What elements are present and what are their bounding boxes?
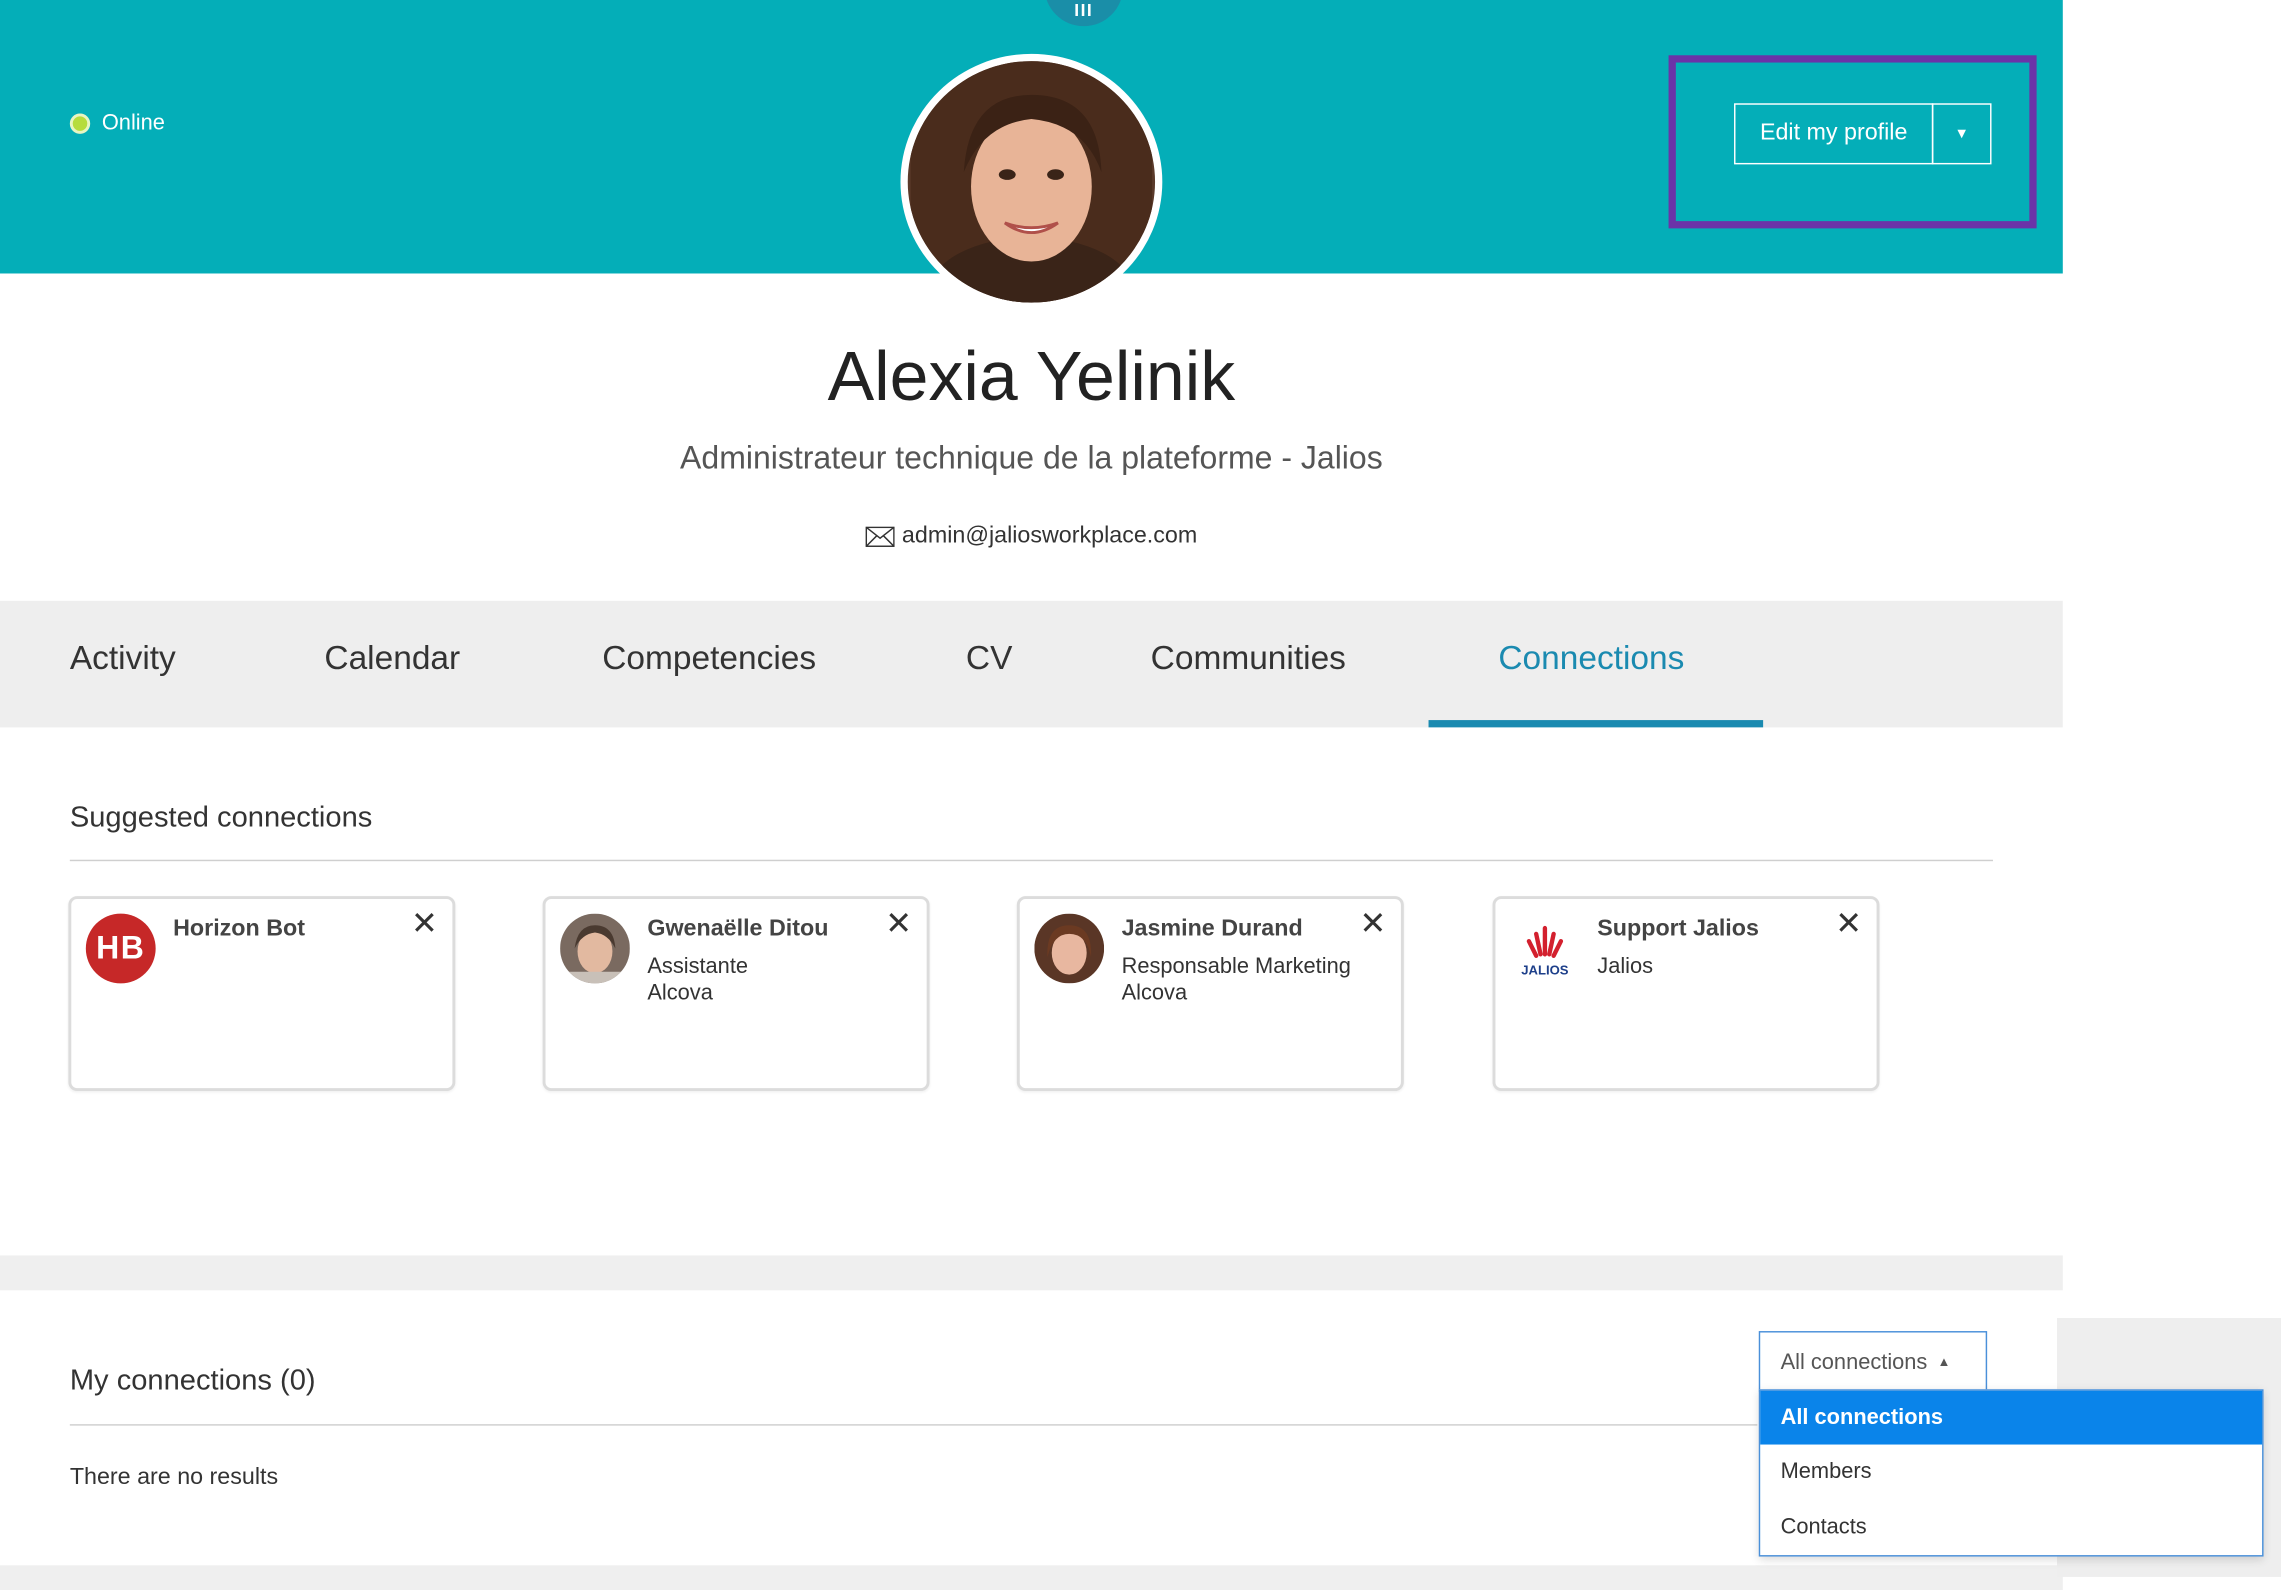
- filter-option-members[interactable]: Members: [1760, 1445, 2262, 1499]
- close-icon[interactable]: ✕: [885, 907, 912, 940]
- tab-cv[interactable]: CV: [966, 639, 1012, 678]
- suggestion-company: Alcova: [647, 980, 713, 1006]
- tab-calendar[interactable]: Calendar: [324, 639, 460, 678]
- suggestion-role: Responsable Marketing: [1121, 954, 1351, 980]
- suggestion-company: Jalios: [1597, 954, 1654, 980]
- jalios-logo: JALIOS: [1510, 914, 1580, 984]
- connections-filter-menu: All connections Members Contacts: [1758, 1389, 2264, 1557]
- profile-page: III Online Edit my profile ▼ Alexia Yeli…: [0, 0, 2281, 1590]
- connections-filter-select[interactable]: All connections ▲: [1758, 1331, 1988, 1393]
- divider: [69, 859, 1993, 862]
- suggestion-name[interactable]: Support Jalios: [1597, 916, 1759, 942]
- online-status: Online: [69, 110, 165, 136]
- tab-activity[interactable]: Activity: [70, 639, 176, 678]
- close-icon[interactable]: ✕: [411, 907, 438, 940]
- profile-panel: III Online Edit my profile ▼ Alexia Yeli…: [0, 0, 2063, 1590]
- suggestion-card[interactable]: HB Horizon Bot ✕: [68, 896, 456, 1092]
- avatar: [1034, 913, 1105, 984]
- caret-up-icon: ▲: [1937, 1354, 1951, 1369]
- suggestion-name[interactable]: Gwenaëlle Ditou: [647, 916, 828, 942]
- active-tab-indicator: [1428, 720, 1764, 728]
- suggestion-name[interactable]: Horizon Bot: [173, 916, 305, 942]
- section-separator: [0, 1255, 2063, 1291]
- envelope-icon: [865, 526, 895, 547]
- section-separator: [0, 1565, 2063, 1590]
- suggestion-name[interactable]: Jasmine Durand: [1122, 916, 1303, 942]
- profile-title: Administrateur technique de la plateform…: [680, 439, 1383, 476]
- select-value: All connections: [1780, 1349, 1928, 1374]
- suggestion-card[interactable]: Jasmine Durand Responsable Marketing Alc…: [1016, 896, 1404, 1092]
- avatar: [560, 913, 630, 984]
- tab-communities[interactable]: Communities: [1151, 639, 1346, 678]
- profile-tabs: Activity Calendar Competencies CV Commun…: [0, 600, 2063, 728]
- jalios-logo-icon: JALIOS: [1521, 925, 1569, 978]
- suggestion-card[interactable]: JALIOS Support Jalios Jalios ✕: [1492, 896, 1880, 1092]
- caret-down-icon: ▼: [1954, 125, 1969, 142]
- tab-connections[interactable]: Connections: [1498, 639, 1684, 678]
- avatar-photo: [1034, 913, 1105, 984]
- edit-profile-dropdown-button[interactable]: ▼: [1931, 103, 1992, 165]
- profile-name: Alexia Yelinik: [827, 338, 1236, 417]
- avatar-initials: HB: [85, 913, 156, 984]
- suggestion-role: Assistante: [647, 954, 749, 980]
- avatar: [900, 53, 1163, 310]
- suggested-connections-title: Suggested connections: [69, 801, 373, 834]
- email-text: admin@jaliosworkplace.com: [901, 523, 1198, 549]
- divider: [69, 1424, 1758, 1426]
- status-label: Online: [101, 110, 165, 136]
- suggestion-card[interactable]: Gwenaëlle Ditou Assistante Alcova ✕: [542, 896, 930, 1092]
- suggestion-company: Alcova: [1121, 980, 1188, 1006]
- edit-profile-button[interactable]: Edit my profile: [1734, 103, 1934, 165]
- close-icon[interactable]: ✕: [1835, 907, 1862, 940]
- tab-competencies[interactable]: Competencies: [602, 639, 816, 678]
- filter-option-contacts[interactable]: Contacts: [1760, 1500, 2262, 1554]
- status-dot-icon: [69, 112, 91, 134]
- avatar-photo: [560, 913, 630, 984]
- avatar-photo: [910, 61, 1153, 303]
- filter-option-all[interactable]: All connections: [1760, 1390, 2263, 1445]
- handle-icon: III: [1074, 0, 1094, 21]
- close-icon[interactable]: ✕: [1360, 907, 1387, 940]
- profile-email[interactable]: admin@jaliosworkplace.com: [0, 524, 2063, 550]
- logo-text: JALIOS: [1521, 963, 1569, 978]
- my-connections-title: My connections (0): [69, 1364, 316, 1397]
- empty-state-text: There are no results: [69, 1464, 279, 1490]
- drag-handle[interactable]: III: [1044, 0, 1124, 27]
